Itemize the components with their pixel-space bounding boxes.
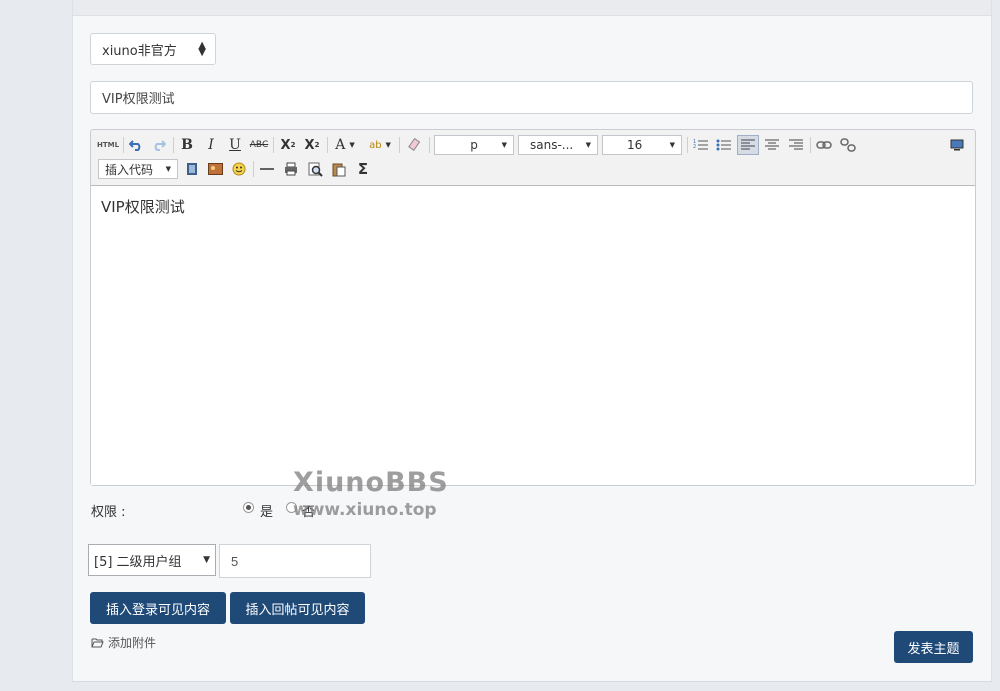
subscript-icon[interactable]: X2 [301,135,323,155]
align-center-icon[interactable] [762,135,782,155]
toolbar-separator [687,137,688,153]
formula-icon[interactable]: Σ [353,159,373,179]
rich-text-editor: HTML B I U ABC X2 X2 A ▼ ab ▼ p ▼ sans-.… [90,129,976,486]
align-right-icon[interactable] [786,135,806,155]
underline-icon[interactable]: U [225,135,245,155]
emoticon-icon[interactable] [229,159,249,179]
insert-code-value: 插入代码 [105,162,154,177]
add-attachment-link[interactable]: 添加附件 [91,634,156,651]
permission-yes-radio[interactable] [243,502,254,513]
align-left-icon[interactable] [737,135,759,155]
bold-icon[interactable]: B [177,135,197,155]
publish-topic-button[interactable]: 发表主题 [894,631,973,663]
dropdown-arrow-icon: ▼ [585,141,591,149]
format-select[interactable]: p ▼ [434,135,514,155]
toolbar-separator [399,137,400,153]
card-header-strip [73,0,991,16]
eraser-icon[interactable] [405,135,425,155]
horizontal-rule-icon[interactable] [257,159,277,179]
font-family-select[interactable]: sans-... ▼ [518,135,598,155]
link-icon[interactable] [814,135,834,155]
redo-icon[interactable] [149,135,169,155]
font-size-value: 16 [627,138,643,152]
toolbar-separator [173,137,174,153]
html-source-icon[interactable]: HTML [97,135,119,155]
dropdown-arrow-icon: ▼ [501,141,507,149]
unordered-list-icon[interactable] [714,135,734,155]
toolbar-separator [327,137,328,153]
italic-icon[interactable]: I [201,135,221,155]
watermark-title: XiunoBBS [293,467,449,498]
toolbar-separator [273,137,274,153]
fullscreen-icon[interactable] [947,135,967,155]
editor-toolbar: HTML B I U ABC X2 X2 A ▼ ab ▼ p ▼ sans-.… [91,130,975,184]
dropdown-arrow-icon: ▼ [165,165,171,173]
add-attachment-label: 添加附件 [108,636,157,650]
toolbar-separator [810,137,811,153]
watermark-url: www.xiuno.top [293,500,437,520]
svg-text:2: 2 [693,144,696,150]
font-size-select[interactable]: 16 ▼ [602,135,682,155]
insert-code-select[interactable]: 插入代码 ▼ [98,159,178,179]
user-group-value: [5] 二级用户组 [94,554,182,570]
undo-icon[interactable] [126,135,146,155]
forum-select-value: xiuno非官方 [102,43,177,59]
insert-reply-visible-button[interactable]: 插入回帖可见内容 [230,592,365,624]
user-group-select[interactable]: [5] 二级用户组 ▼ [88,544,216,576]
superscript-icon[interactable]: X2 [277,135,299,155]
font-color-icon[interactable]: A ▼ [331,135,359,155]
post-form-card: xiuno非官方 ▲▼ HTML B I U ABC X2 X2 A▼ ab▼ [72,0,992,682]
format-select-value: p [470,138,478,152]
ordered-list-icon[interactable]: 12 [691,135,711,155]
print-icon[interactable] [281,159,301,179]
toolbar-separator [253,161,254,177]
image-icon[interactable] [205,159,225,179]
highlight-color-icon[interactable]: ab ▼ [365,135,395,155]
dropdown-arrow-icon: ▼ [669,141,675,149]
strikethrough-icon[interactable]: ABC [249,135,269,155]
font-family-value: sans-... [530,138,574,152]
preview-icon[interactable] [305,159,325,179]
video-icon[interactable] [182,159,202,179]
forum-select[interactable]: xiuno非官方 ▲ ▼ [90,33,216,65]
subject-input[interactable] [90,81,973,114]
editor-content-text: VIP权限测试 [101,198,185,216]
permission-label: 权限 : [91,505,126,520]
editor-content[interactable]: VIP权限测试 [91,185,975,485]
select-arrows-icon: ▲ ▼ [198,40,206,58]
paste-icon[interactable] [329,159,349,179]
html-label: HTML [96,141,120,149]
group-number-input[interactable] [219,544,371,578]
permission-yes-label: 是 [260,505,274,520]
insert-login-visible-button[interactable]: 插入登录可见内容 [90,592,226,624]
toolbar-separator [429,137,430,153]
unlink-icon[interactable] [838,135,858,155]
dropdown-arrow-icon: ▼ [203,555,210,565]
folder-open-icon [91,638,104,648]
toolbar-separator [123,137,124,153]
